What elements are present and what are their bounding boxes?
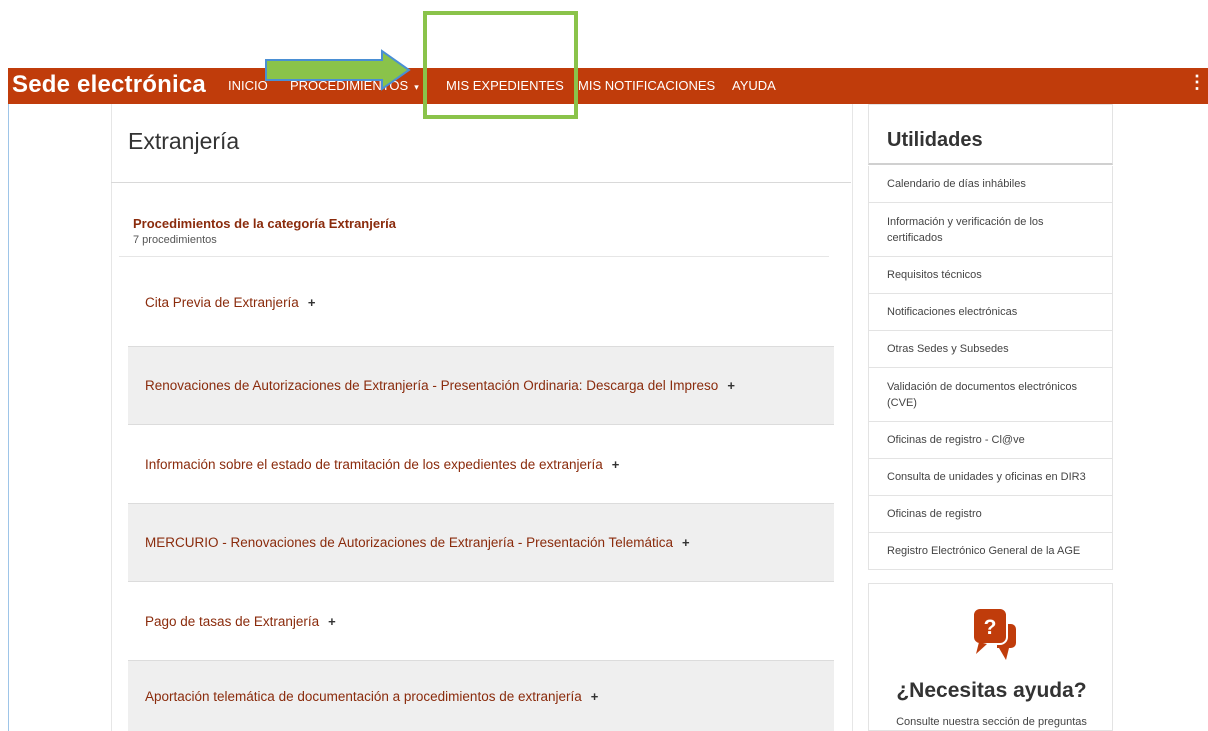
procedure-item[interactable]: Información sobre el estado de tramitaci… bbox=[128, 425, 834, 503]
expand-plus-icon[interactable]: + bbox=[308, 295, 316, 310]
annotation-highlight-box bbox=[423, 11, 578, 119]
procedure-item[interactable]: Pago de tasas de Extranjería + bbox=[128, 582, 834, 660]
top-navigation-bar: Sede electrónica INICIO PROCEDIMIENTOS ▾ … bbox=[8, 68, 1208, 104]
utility-link-certificados[interactable]: Información y verificación de los certif… bbox=[868, 203, 1113, 257]
help-box: ? ¿Necesitas ayuda? Consulte nuestra sec… bbox=[868, 583, 1113, 731]
utilities-header: Utilidades bbox=[868, 104, 1113, 165]
annotation-arrow-icon bbox=[265, 49, 411, 91]
procedure-label: MERCURIO - Renovaciones de Autorizacione… bbox=[145, 535, 673, 550]
category-divider bbox=[119, 256, 829, 257]
chevron-down-icon: ▾ bbox=[414, 82, 419, 92]
nav-ayuda[interactable]: AYUDA bbox=[732, 78, 776, 93]
utility-link-notificaciones[interactable]: Notificaciones electrónicas bbox=[868, 294, 1113, 331]
category-heading: Procedimientos de la categoría Extranjer… bbox=[133, 216, 396, 231]
procedure-label: Cita Previa de Extranjería bbox=[145, 294, 299, 310]
help-title: ¿Necesitas ayuda? bbox=[896, 679, 1087, 702]
procedure-label: Pago de tasas de Extranjería bbox=[145, 613, 320, 629]
procedure-label: Renovaciones de Autorizaciones de Extran… bbox=[145, 378, 719, 393]
procedure-item[interactable]: Cita Previa de Extranjería + bbox=[128, 267, 834, 337]
utility-link-otras-sedes[interactable]: Otras Sedes y Subsedes bbox=[868, 331, 1113, 368]
utility-link-clave[interactable]: Oficinas de registro - Cl@ve bbox=[868, 422, 1113, 459]
title-divider bbox=[111, 182, 851, 183]
help-chat-icon: ? bbox=[972, 607, 1016, 660]
procedure-item[interactable]: MERCURIO - Renovaciones de Autorizacione… bbox=[128, 503, 834, 582]
expand-plus-icon[interactable]: + bbox=[682, 535, 690, 550]
utility-link-calendario[interactable]: Calendario de días inhábiles bbox=[868, 166, 1113, 203]
utility-link-dir3[interactable]: Consulta de unidades y oficinas en DIR3 bbox=[868, 459, 1113, 496]
utilities-title: Utilidades bbox=[887, 129, 983, 151]
site-brand[interactable]: Sede electrónica bbox=[12, 71, 206, 99]
procedure-item[interactable]: Aportación telemática de documentación a… bbox=[128, 660, 834, 731]
category-count: 7 procedimientos bbox=[133, 234, 217, 246]
more-menu-icon[interactable]: ⋮ bbox=[1188, 73, 1206, 91]
svg-text:?: ? bbox=[984, 616, 997, 639]
utility-link-registro-age[interactable]: Registro Electrónico General de la AGE bbox=[868, 533, 1113, 570]
utility-link-requisitos[interactable]: Requisitos técnicos bbox=[868, 257, 1113, 294]
nav-mis-notificaciones[interactable]: MIS NOTIFICACIONES bbox=[578, 78, 715, 93]
help-description[interactable]: Consulte nuestra sección de preguntas bbox=[869, 716, 1114, 728]
page-title: Extranjería bbox=[128, 128, 240, 154]
expand-plus-icon[interactable]: + bbox=[328, 614, 336, 629]
utility-link-cve[interactable]: Validación de documentos electrónicos (C… bbox=[868, 368, 1113, 422]
utility-link-oficinas[interactable]: Oficinas de registro bbox=[868, 496, 1113, 533]
procedure-label: Información sobre el estado de tramitaci… bbox=[145, 456, 603, 472]
expand-plus-icon[interactable]: + bbox=[612, 457, 620, 472]
procedure-item[interactable]: Renovaciones de Autorizaciones de Extran… bbox=[128, 346, 834, 425]
utilities-list: Calendario de días inhábiles Información… bbox=[868, 166, 1113, 570]
nav-inicio[interactable]: INICIO bbox=[228, 78, 268, 93]
expand-plus-icon[interactable]: + bbox=[727, 378, 735, 393]
procedure-label: Aportación telemática de documentación a… bbox=[145, 688, 582, 704]
expand-plus-icon[interactable]: + bbox=[591, 689, 599, 704]
